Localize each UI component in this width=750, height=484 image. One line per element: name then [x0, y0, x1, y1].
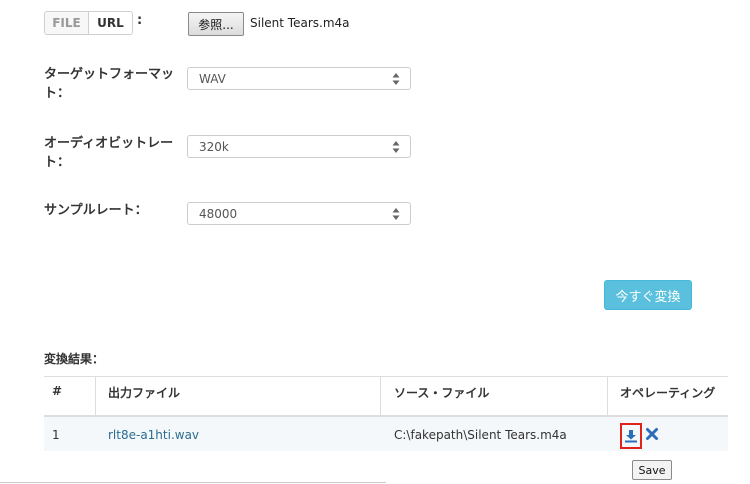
close-icon[interactable]	[645, 427, 659, 441]
source-toggle: FILE URL	[44, 11, 133, 35]
target-format-select[interactable]: WAV	[187, 67, 411, 90]
results-title: 変換結果：	[44, 352, 105, 366]
file-tab[interactable]: FILE	[45, 12, 89, 34]
selected-filename: Silent Tears.m4a	[250, 16, 350, 30]
source-file-path: C:\fakepath\Silent Tears.m4a	[394, 428, 567, 442]
column-header-output-file: 出力ファイル	[108, 386, 181, 400]
audio-bitrate-value: 320k	[199, 139, 229, 154]
chevron-up-down-icon	[392, 73, 400, 85]
download-icon	[625, 430, 637, 443]
convert-now-button[interactable]: 今すぐ変換	[604, 280, 692, 310]
column-header-operations: オペレーティング	[620, 386, 716, 400]
browse-button[interactable]: 参照...	[188, 12, 244, 36]
chevron-up-down-icon	[392, 141, 400, 153]
toggle-colon: :	[137, 13, 143, 28]
row-index: 1	[52, 428, 60, 442]
column-header-source-file: ソース・ファイル	[394, 386, 490, 400]
output-file-link[interactable]: rlt8e-a1hti.wav	[108, 428, 199, 442]
chevron-up-down-icon	[392, 208, 400, 220]
target-format-label: ターゲットフォーマット：	[44, 67, 175, 101]
sample-rate-value: 48000	[199, 206, 238, 221]
column-header-index: #	[52, 384, 63, 398]
target-format-value: WAV	[199, 71, 226, 86]
column-divider	[380, 377, 381, 415]
audio-bitrate-label: オーディオビットレート：	[44, 136, 174, 170]
column-divider	[607, 377, 608, 415]
save-button[interactable]: Save	[632, 460, 672, 480]
url-tab[interactable]: URL	[89, 12, 132, 34]
sample-rate-select[interactable]: 48000	[187, 202, 411, 225]
audio-bitrate-select[interactable]: 320k	[187, 135, 411, 158]
sample-rate-label: サンプルレート：	[44, 203, 148, 218]
column-divider	[95, 377, 96, 415]
bottom-divider	[0, 482, 386, 483]
download-button[interactable]	[620, 423, 642, 449]
table-top-border	[44, 376, 728, 377]
